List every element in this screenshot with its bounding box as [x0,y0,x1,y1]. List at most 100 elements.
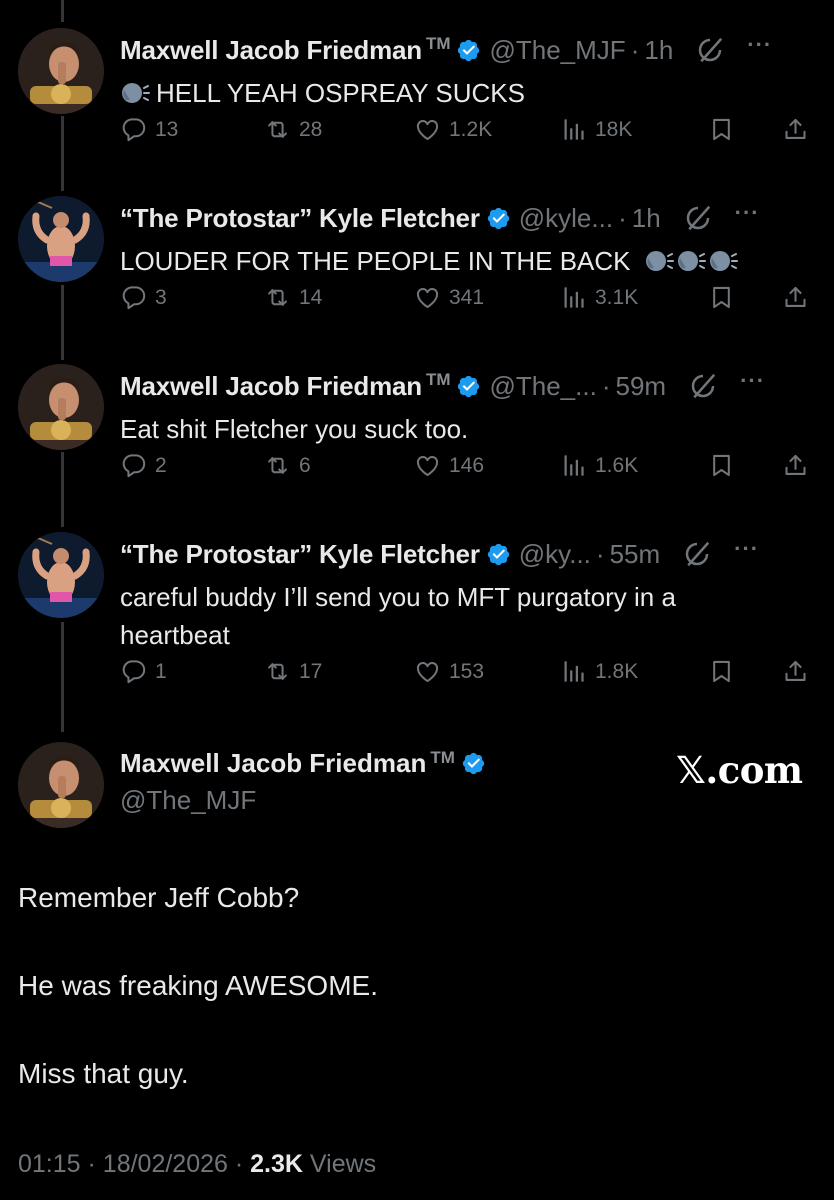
verified-icon [461,751,486,776]
share-icon [782,452,809,479]
repost-icon [264,284,291,311]
views-button[interactable]: 3.1K [560,284,638,311]
like-count: 146 [449,453,485,477]
grok-icon[interactable] [683,203,713,233]
views-button[interactable]: 1.8K [560,658,638,685]
timestamp[interactable]: 1h [632,203,661,234]
display-name[interactable]: Maxwell Jacob Friedman [120,748,426,779]
avatar[interactable] [18,364,104,450]
views-button[interactable]: 1.6K [560,452,638,479]
like-button[interactable]: 1.2K [414,116,492,143]
handle[interactable]: @The_MJF [489,35,625,66]
separator-dot: · [234,1150,251,1178]
tweet-text-content: Eat shit Fletcher you suck too. [120,414,469,444]
repost-count: 6 [299,453,311,477]
bookmark-button[interactable] [708,658,735,685]
views-count: 1.8K [595,659,639,683]
share-icon [782,116,809,143]
timestamp[interactable]: 55m [610,539,661,570]
repost-button[interactable]: 28 [264,116,322,143]
separator-dot: · [87,1150,103,1178]
repost-count: 28 [299,117,323,141]
x-com-watermark: 𝕏.com [676,748,803,792]
display-name[interactable]: “The Protostar” Kyle Fletcher [120,203,480,234]
more-icon[interactable]: ··· [735,200,760,226]
verified-icon [486,542,511,567]
like-count: 1.2K [449,117,493,141]
reply-icon [120,658,147,685]
bookmark-button[interactable] [708,452,735,479]
grok-icon[interactable] [682,539,712,569]
share-button[interactable] [782,658,809,685]
thread-line [61,116,64,191]
like-icon [414,284,441,311]
bookmark-icon [708,284,735,311]
bookmark-button[interactable] [708,116,735,143]
like-count: 341 [449,285,485,309]
views-button[interactable]: 18K [560,116,632,143]
repost-count: 17 [299,659,323,683]
main-avatar[interactable] [18,742,104,828]
action-bar: 2 6 146 1.6K [120,452,820,488]
repost-button[interactable]: 6 [264,452,311,479]
more-icon[interactable]: ··· [734,536,759,562]
tweet-header: Maxwell Jacob Friedman TM @The_... · 59m… [120,364,816,408]
tweet-header: “The Protostar” Kyle Fletcher @kyle... ·… [120,196,816,240]
bookmark-icon [708,658,735,685]
share-button[interactable] [782,284,809,311]
more-icon[interactable]: ··· [747,32,772,58]
timestamp[interactable]: 59m [615,371,666,402]
grok-icon[interactable] [695,35,725,65]
bookmark-icon [708,452,735,479]
speaking-head-icon [708,248,738,274]
reply-button[interactable]: 1 [120,658,167,685]
main-display-name[interactable]: Maxwell Jacob Friedman TM [120,748,486,779]
tweet-text: HELL YEAH OSPREAY SUCKS [120,74,810,112]
like-icon [414,658,441,685]
reply-button[interactable]: 2 [120,452,167,479]
display-name[interactable]: “The Protostar” Kyle Fletcher [120,539,480,570]
main-handle[interactable]: @The_MJF [120,785,486,816]
like-button[interactable]: 341 [414,284,484,311]
display-name[interactable]: Maxwell Jacob Friedman [120,35,422,66]
more-icon[interactable]: ··· [740,368,765,394]
display-name[interactable]: Maxwell Jacob Friedman [120,371,422,402]
bookmark-button[interactable] [708,284,735,311]
main-tweet-text: Remember Jeff Cobb? He was freaking AWES… [18,876,808,1140]
views-icon [560,284,587,311]
views-count: 3.1K [595,285,639,309]
bookmark-icon [708,116,735,143]
repost-button[interactable]: 17 [264,658,322,685]
reply-button[interactable]: 3 [120,284,167,311]
speaking-head-icon [120,80,150,106]
verified-icon [456,374,481,399]
handle[interactable]: @The_... [489,371,596,402]
grok-icon[interactable] [688,371,718,401]
tweet-header: “The Protostar” Kyle Fletcher @ky... · 5… [120,532,816,576]
share-button[interactable] [782,452,809,479]
repost-icon [264,452,291,479]
timestamp[interactable]: 1h [644,35,673,66]
tweet-paragraph: He was freaking AWESOME. [18,970,378,1001]
post-time[interactable]: 01:15 [18,1150,81,1178]
like-button[interactable]: 153 [414,658,484,685]
reply-button[interactable]: 13 [120,116,178,143]
share-button[interactable] [782,116,809,143]
reply-count: 3 [155,285,167,309]
handle[interactable]: @ky... [519,539,591,570]
action-bar: 3 14 341 3.1K [120,284,820,320]
post-date[interactable]: 18/02/2026 [103,1150,228,1178]
watermark-domain: .com [705,748,803,792]
repost-icon [264,658,291,685]
thread-line [61,622,64,732]
avatar[interactable] [18,28,104,114]
thread-line [61,452,64,527]
repost-button[interactable]: 14 [264,284,322,311]
handle[interactable]: @kyle... [519,203,613,234]
verified-icon [486,206,511,231]
avatar[interactable] [18,532,104,618]
thread-line [61,0,64,22]
tweet-meta: 01:15 · 18/02/2026 · 2.3K Views [18,1150,376,1179]
avatar[interactable] [18,196,104,282]
like-button[interactable]: 146 [414,452,484,479]
